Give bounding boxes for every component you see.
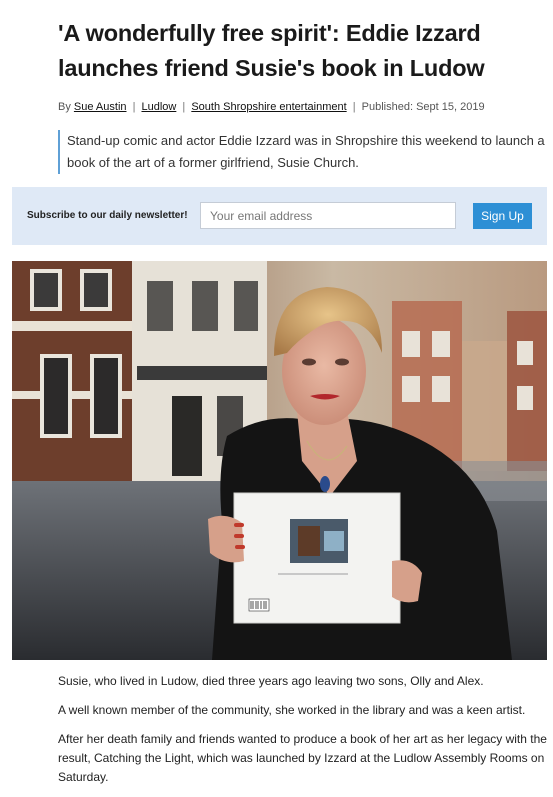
sign-up-button[interactable]: Sign Up <box>473 203 532 229</box>
article-paragraph: Susie, who lived in Ludow, died three ye… <box>58 674 484 688</box>
section-link-south-shropshire-entertainment[interactable]: South Shropshire entertainment <box>191 101 346 113</box>
byline-separator: | <box>352 101 356 113</box>
article-standfirst: Stand-up comic and actor Eddie Izzard wa… <box>58 130 553 174</box>
article-paragraph: A well known member of the community, sh… <box>58 703 526 717</box>
newsletter-label: Subscribe to our daily newsletter! <box>27 210 188 221</box>
article-headline: 'A wonderfully free spirit': Eddie Izzar… <box>58 20 485 81</box>
byline-separator: | <box>132 101 136 113</box>
email-input[interactable] <box>200 202 456 229</box>
article-photo <box>12 261 547 660</box>
article-byline: By Sue Austin | Ludlow | South Shropshir… <box>58 101 485 113</box>
byline-separator: | <box>182 101 186 113</box>
author-link[interactable]: Sue Austin <box>74 101 127 113</box>
article-body: Susie, who lived in Ludow, died three ye… <box>58 672 548 797</box>
newsletter-signup: Subscribe to our daily newsletter! Sign … <box>12 187 547 245</box>
byline-by: By <box>58 101 71 113</box>
published-date: Published: Sept 15, 2019 <box>361 101 485 113</box>
section-link-ludlow[interactable]: Ludlow <box>141 101 176 113</box>
article-paragraph: After her death family and friends wante… <box>58 732 547 784</box>
